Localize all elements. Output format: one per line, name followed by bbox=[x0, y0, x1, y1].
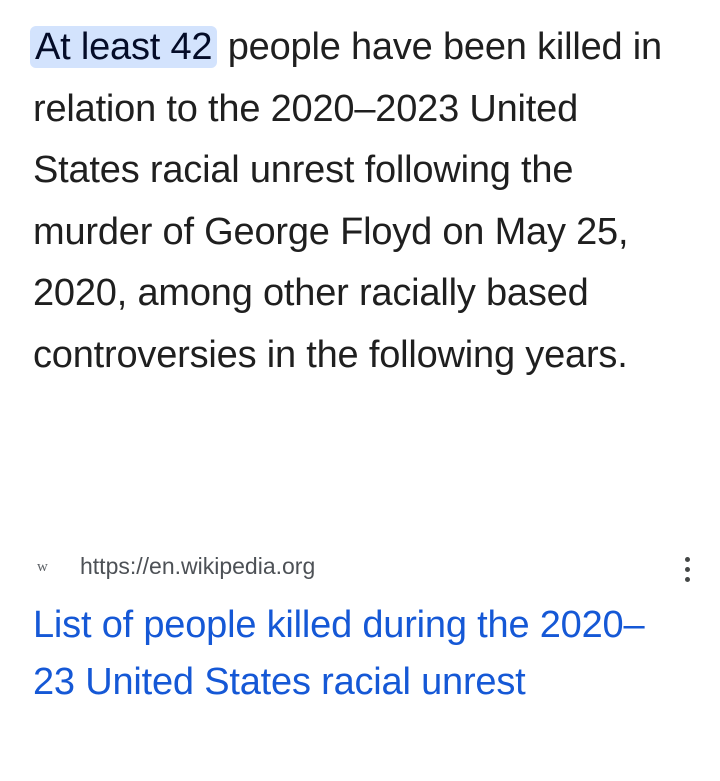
dot-icon bbox=[684, 566, 690, 572]
snippet-highlight: At least 42 bbox=[30, 26, 218, 68]
source-row: w https://en.wikipedia.org bbox=[33, 545, 693, 587]
dot-icon bbox=[684, 556, 690, 562]
result-title-link[interactable]: List of people killed during the 2020–23… bbox=[33, 597, 673, 710]
wikipedia-favicon-icon: w bbox=[37, 559, 48, 575]
dot-icon bbox=[684, 576, 690, 582]
more-options-button[interactable] bbox=[675, 553, 699, 585]
featured-snippet-text: At least 42 people have been killed in r… bbox=[30, 17, 693, 386]
snippet-body: people have been killed in relation to t… bbox=[33, 26, 662, 376]
source-url[interactable]: https://en.wikipedia.org bbox=[80, 552, 315, 580]
